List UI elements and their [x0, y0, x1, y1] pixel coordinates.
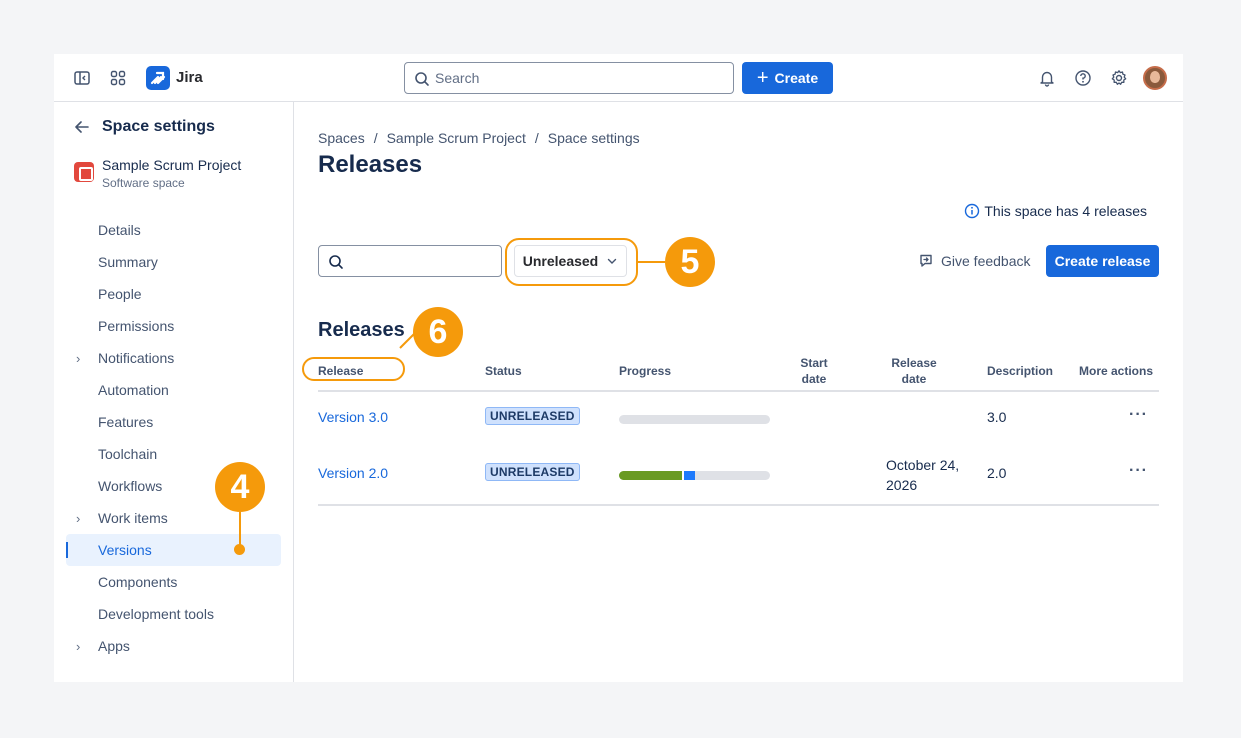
callout-5-highlight-ring [505, 238, 638, 286]
info-icon [965, 203, 980, 219]
release-date: October 24, 2026 [886, 457, 960, 493]
status-lozenge: UNRELEASED [485, 407, 580, 425]
releases-section-title: Releases [318, 319, 405, 341]
global-search-input[interactable]: Search [404, 62, 734, 94]
top-navigation-bar: Jira Search + Create [54, 54, 1183, 102]
sidebar-item-components[interactable]: Components [66, 566, 281, 598]
sidebar-item-label: Versions [98, 542, 152, 558]
sidebar-item-summary[interactable]: Summary [66, 246, 281, 278]
settings-nav: Details Summary People Permissions › Noti… [66, 214, 281, 662]
sidebar-item-notifications[interactable]: › Notifications [66, 342, 281, 374]
column-header-start-date: Start date [800, 356, 828, 386]
callout-badge-4: 4 [215, 462, 265, 512]
callout-6-highlight-ring [302, 357, 405, 381]
progress-bar [619, 415, 770, 424]
callout-5-connector [638, 261, 665, 263]
sidebar-item-label: Work items [98, 510, 168, 526]
breadcrumb: Spaces / Sample Scrum Project / Space settin… [318, 130, 640, 146]
app-window: Jira Search + Create Space settings Samp… [54, 54, 1183, 682]
sidebar-item-people[interactable]: People [66, 278, 281, 310]
app-name[interactable]: Jira [176, 69, 203, 86]
sidebar-item-label: Permissions [98, 318, 175, 334]
sidebar-item-label: Toolchain [98, 446, 158, 462]
sidebar-item-label: Components [98, 574, 178, 590]
column-header-more-actions: More actions [1079, 364, 1154, 378]
more-actions-button[interactable]: ··· [1129, 406, 1148, 424]
sidebar-item-label: Details [98, 222, 141, 238]
table-row: Version 2.0 UNRELEASED October 24, 2026 … [318, 448, 1159, 504]
chevron-right-icon[interactable]: › [76, 639, 80, 654]
progress-in-progress-segment [684, 471, 695, 480]
progress-done-segment [619, 471, 682, 480]
sidebar-item-label: Automation [98, 382, 169, 398]
give-feedback-label: Give feedback [941, 253, 1031, 269]
release-search-input[interactable] [318, 245, 502, 277]
notifications-bell-icon[interactable] [1035, 66, 1059, 90]
release-name-link[interactable]: Version 3.0 [318, 409, 388, 425]
breadcrumb-project[interactable]: Sample Scrum Project [387, 130, 526, 146]
breadcrumb-space-settings[interactable]: Space settings [548, 130, 640, 146]
back-to-project[interactable]: Space settings [74, 118, 215, 136]
column-header-release-date: Release date [891, 356, 937, 386]
sidebar-item-versions[interactable]: Versions [66, 534, 281, 566]
settings-sidebar: Space settings Sample Scrum Project Soft… [54, 102, 294, 682]
release-count-info: This space has 4 releases [964, 203, 1147, 219]
chevron-right-icon[interactable]: › [76, 511, 80, 526]
page-title: Releases [318, 151, 423, 178]
settings-gear-icon[interactable] [1107, 66, 1131, 90]
feedback-icon [920, 254, 932, 267]
sidebar-item-label: Features [98, 414, 154, 430]
create-release-button[interactable]: Create release [1046, 245, 1159, 277]
description: 3.0 [987, 409, 1007, 425]
sidebar-title: Space settings [102, 118, 215, 135]
sidebar-item-permissions[interactable]: Permissions [66, 310, 281, 342]
release-name-link[interactable]: Version 2.0 [318, 465, 388, 481]
sidebar-item-details[interactable]: Details [66, 214, 281, 246]
project-name: Sample Scrum Project [102, 157, 242, 173]
status-lozenge: UNRELEASED [485, 463, 580, 481]
app-switcher-icon[interactable] [106, 66, 130, 90]
callout-4-connector [239, 512, 241, 546]
callout-badge-5: 5 [665, 237, 715, 287]
jira-logo-icon[interactable] [146, 66, 170, 90]
progress-bar [619, 471, 770, 480]
sidebar-item-label: Summary [98, 254, 158, 270]
release-count-text: This space has 4 releases [984, 203, 1147, 219]
sidebar-item-label: Apps [98, 638, 130, 654]
search-icon [415, 72, 429, 86]
column-header-progress: Progress [619, 364, 672, 378]
arrow-left-icon[interactable] [74, 119, 90, 135]
chevron-right-icon[interactable]: › [76, 351, 80, 366]
table-bottom-divider [318, 504, 1159, 506]
project-avatar-icon [74, 162, 94, 182]
status-badge: UNRELEASED [485, 407, 580, 425]
sidebar-item-automation[interactable]: Automation [66, 374, 281, 406]
sidebar-item-label: Notifications [98, 350, 175, 366]
create-button-label: Create [774, 70, 819, 86]
callout-badge-6: 6 [413, 307, 463, 357]
column-header-description: Description [987, 364, 1054, 378]
column-header-status: Status [485, 364, 522, 378]
status-badge: UNRELEASED [485, 463, 580, 481]
table-row: Version 3.0 UNRELEASED 3.0 ··· [318, 392, 1159, 448]
search-placeholder: Search [435, 70, 480, 86]
callout-4-dot [234, 544, 245, 555]
more-actions-button[interactable]: ··· [1129, 462, 1148, 480]
project-type: Software space [102, 176, 185, 190]
help-icon[interactable] [1071, 66, 1095, 90]
sidebar-item-development-tools[interactable]: Development tools [66, 598, 281, 630]
user-avatar[interactable] [1143, 66, 1167, 90]
give-feedback-button[interactable]: Give feedback [918, 253, 1031, 269]
sidebar-item-features[interactable]: Features [66, 406, 281, 438]
sidebar-item-label: Workflows [98, 478, 163, 494]
sidebar-item-label: Development tools [98, 606, 214, 622]
sidebar-item-label: People [98, 286, 142, 302]
description: 2.0 [987, 465, 1007, 481]
breadcrumb-spaces[interactable]: Spaces [318, 130, 365, 146]
create-button[interactable]: + Create [742, 62, 833, 94]
plus-icon: + [756, 67, 769, 89]
sidebar-item-apps[interactable]: › Apps [66, 630, 281, 662]
search-icon [329, 255, 343, 269]
sidebar-toggle-icon[interactable] [70, 66, 94, 90]
